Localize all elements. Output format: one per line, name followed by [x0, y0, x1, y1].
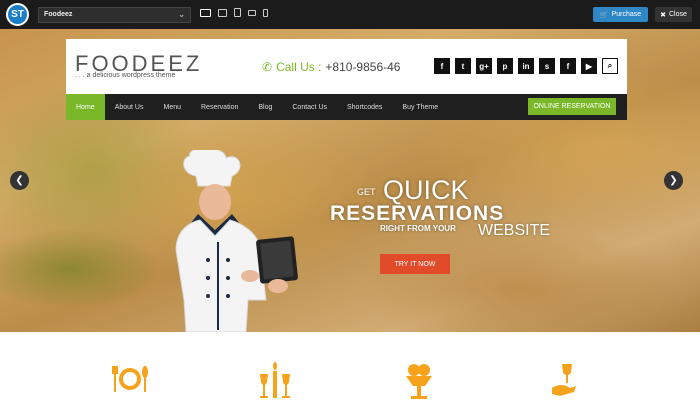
facebook-icon[interactable]: f	[434, 58, 450, 74]
phone-contact: ✆ Call Us : +810-9856-46	[262, 60, 400, 74]
nav-item-blog[interactable]: Blog	[248, 94, 282, 120]
phone-number: +810-9856-46	[325, 60, 401, 74]
chevron-right-icon: ❯	[669, 175, 678, 186]
theme-preview-toolbar: ST Foodeez ⌄ 🛒 Purchase ✖ Close	[0, 0, 700, 29]
nav-item-about-us[interactable]: About Us	[105, 94, 154, 120]
hero-right-from-your: RIGHT FROM YOUR	[380, 224, 456, 233]
flickr-icon[interactable]: f	[560, 58, 576, 74]
phone-label: Call Us :	[276, 60, 322, 74]
ice-cream-icon	[406, 364, 432, 399]
plate-cutlery-icon	[112, 366, 148, 392]
st-logo[interactable]: ST	[6, 3, 29, 26]
slider-prev-button[interactable]: ❮	[10, 171, 29, 190]
hero-website: WEBSITE	[478, 222, 551, 239]
chef-image	[175, 150, 298, 332]
site-tagline: . . . a delicious wordpress theme	[75, 72, 176, 79]
desktop-icon[interactable]	[200, 8, 211, 17]
chevron-down-icon: ⌄	[178, 10, 185, 19]
nav-item-home[interactable]: Home	[66, 94, 105, 120]
cart-icon: 🛒	[599, 11, 609, 19]
wine-candle-icon	[260, 362, 290, 398]
wine-service-icon	[552, 364, 576, 396]
laptop-icon[interactable]	[218, 8, 227, 17]
nav-item-reservation[interactable]: Reservation	[191, 94, 248, 120]
purchase-button[interactable]: 🛒 Purchase	[593, 7, 648, 22]
close-button[interactable]: ✖ Close	[655, 7, 692, 22]
search-icon[interactable]: ⌕	[602, 58, 618, 74]
google-plus-icon[interactable]: g+	[476, 58, 492, 74]
features-section	[0, 332, 700, 400]
social-icons: f t g+ p in s f ▶ ⌕	[434, 58, 618, 74]
hero-get: GET	[357, 187, 376, 197]
foursquare-icon[interactable]: s	[539, 58, 555, 74]
nav-item-contact-us[interactable]: Contact Us	[282, 94, 337, 120]
nav-item-shortcodes[interactable]: Shortcodes	[337, 94, 392, 120]
online-reservation-button[interactable]: ONLINE RESERVATION	[528, 98, 616, 115]
theme-select[interactable]: Foodeez ⌄	[38, 7, 191, 23]
try-it-now-button[interactable]: TRY IT NOW	[380, 254, 450, 274]
slider-next-button[interactable]: ❯	[664, 171, 683, 190]
device-switcher	[200, 8, 268, 17]
nav-item-buy-theme[interactable]: Buy Theme	[392, 94, 448, 120]
nav-item-menu[interactable]: Menu	[153, 94, 191, 120]
pinterest-icon[interactable]: p	[497, 58, 513, 74]
main-nav: Home About Us Menu Reservation Blog Cont…	[66, 94, 627, 120]
tablet-icon[interactable]	[234, 8, 241, 17]
close-label: Close	[668, 11, 687, 18]
site-header: FOODEEZ . . . a delicious wordpress them…	[66, 39, 627, 94]
tablet-landscape-icon[interactable]	[248, 9, 256, 16]
linkedin-icon[interactable]: in	[518, 58, 534, 74]
purchase-label: Purchase	[611, 11, 642, 18]
mobile-icon[interactable]	[263, 8, 268, 17]
phone-icon: ✆	[262, 60, 273, 74]
chevron-left-icon: ❮	[15, 175, 24, 186]
close-icon: ✖	[660, 11, 666, 19]
theme-select-value: Foodeez	[44, 11, 73, 18]
youtube-icon[interactable]: ▶	[581, 58, 597, 74]
twitter-icon[interactable]: t	[455, 58, 471, 74]
